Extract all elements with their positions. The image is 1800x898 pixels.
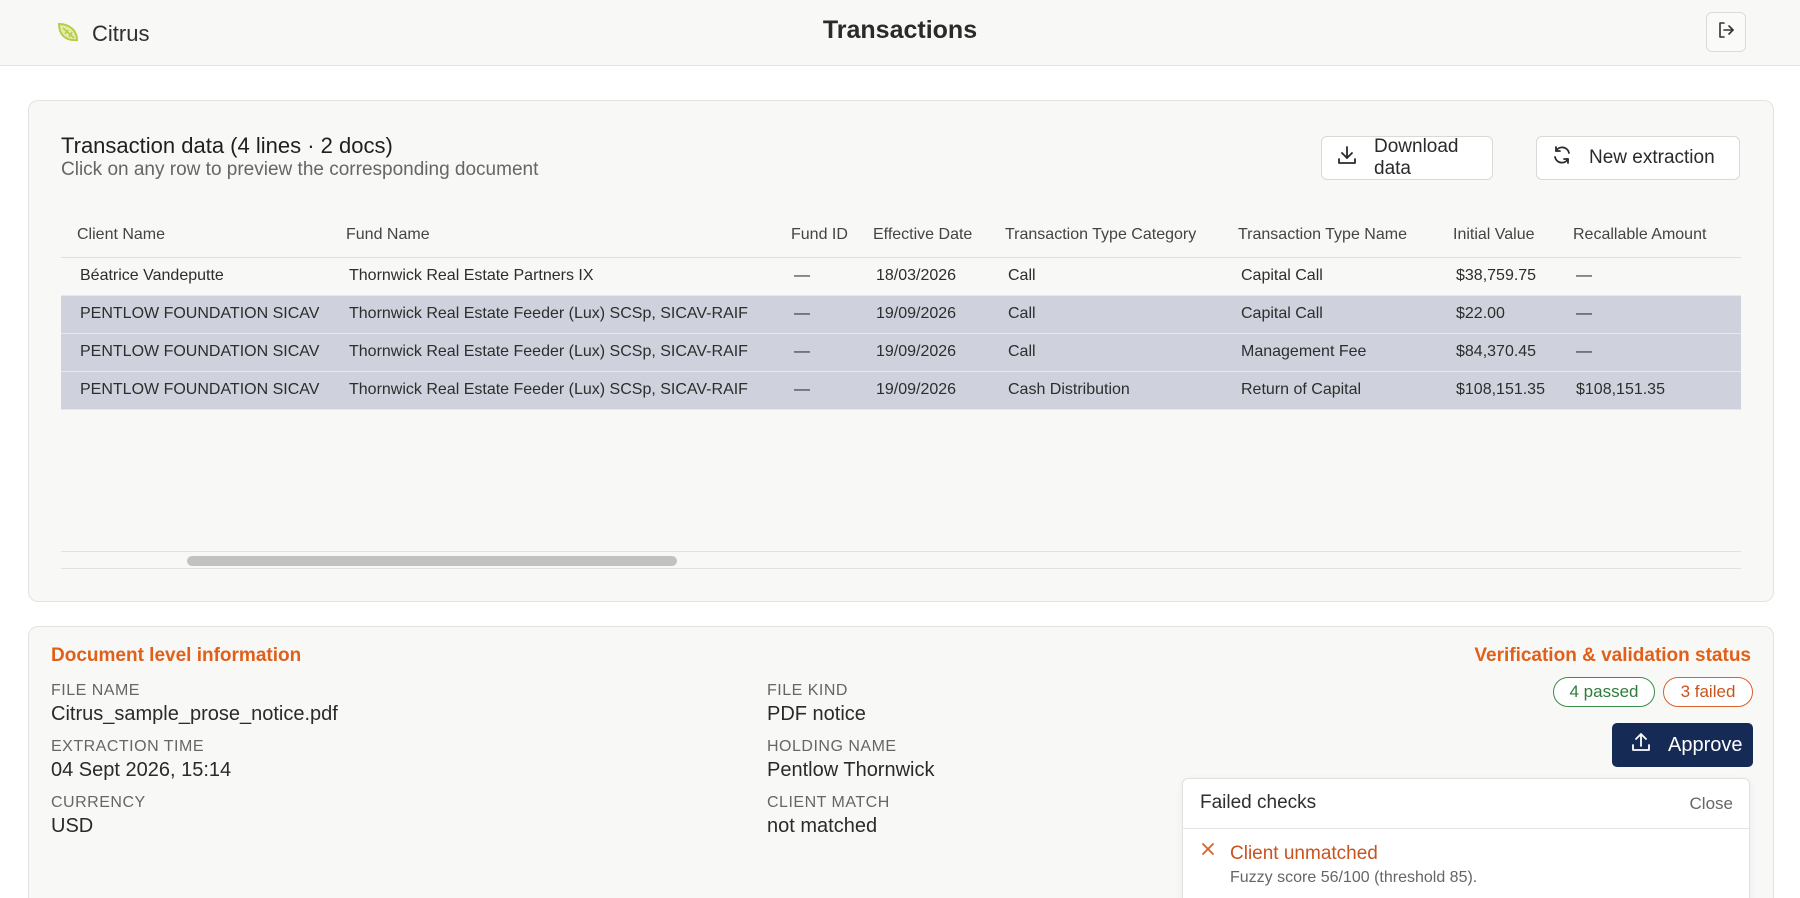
failed-check-title: Client unmatched: [1230, 843, 1378, 864]
cell-transaction-type-category: Call: [989, 257, 1222, 296]
approve-label: Approve: [1668, 733, 1743, 756]
horizontal-scrollbar[interactable]: [61, 551, 1741, 569]
cell-client-name: PENTLOW FOUNDATION SICAV: [61, 295, 330, 334]
failed-checks-title: Failed checks: [1200, 792, 1317, 813]
cell-effective-date: 19/09/2026: [857, 333, 989, 372]
cell-effective-date: 19/09/2026: [857, 295, 989, 334]
cell-initial-value: $38,759.75: [1437, 257, 1557, 296]
cell-transaction-type-category: Call: [989, 333, 1222, 372]
cell-recallable-amount: —: [1557, 333, 1741, 372]
extraction-time-value: 04 Sept 2026, 15:14: [51, 759, 232, 781]
upload-icon: [1630, 731, 1652, 759]
column-header-recallable-amount[interactable]: Recallable Amount: [1557, 213, 1741, 258]
cell-fund-id: —: [775, 295, 857, 334]
currency-label: CURRENCY: [51, 794, 146, 811]
client-match-label: CLIENT MATCH: [767, 794, 890, 811]
cell-transaction-type-name: Capital Call: [1222, 257, 1437, 296]
cell-recallable-amount: —: [1557, 295, 1741, 334]
passed-checks-badge[interactable]: 4 passed: [1553, 677, 1655, 707]
logout-icon: [1716, 20, 1736, 45]
cell-fund-name: Thornwick Real Estate Partners IX: [330, 257, 775, 296]
cell-transaction-type-name: Capital Call: [1222, 295, 1437, 334]
column-header-transaction-type-category[interactable]: Transaction Type Category: [989, 213, 1222, 258]
cell-recallable-amount: $108,151.35: [1557, 371, 1741, 410]
transaction-data-card: Transaction data (4 lines · 2 docs) Clic…: [28, 100, 1774, 602]
cell-recallable-amount: —: [1557, 257, 1741, 296]
refresh-icon: [1551, 144, 1573, 172]
table-row[interactable]: Béatrice Vandeputte Thornwick Real Estat…: [61, 257, 1741, 296]
cell-effective-date: 19/09/2026: [857, 371, 989, 410]
file-name-value: Citrus_sample_prose_notice.pdf: [51, 703, 338, 725]
cell-effective-date: 18/03/2026: [857, 257, 989, 296]
file-kind-value: PDF notice: [767, 703, 866, 725]
table-row[interactable]: PENTLOW FOUNDATION SICAV Thornwick Real …: [61, 371, 1741, 410]
close-x-icon: [1200, 841, 1216, 857]
cell-initial-value: $22.00: [1437, 295, 1557, 334]
cell-client-name: Béatrice Vandeputte: [61, 257, 330, 296]
holding-name-value: Pentlow Thornwick: [767, 759, 935, 781]
cell-fund-id: —: [775, 333, 857, 372]
table-header-row: Client Name Fund Name Fund ID Effective …: [61, 213, 1741, 258]
column-header-fund-name[interactable]: Fund Name: [330, 213, 775, 258]
download-data-button[interactable]: Download data: [1321, 136, 1493, 180]
cell-client-name: PENTLOW FOUNDATION SICAV: [61, 371, 330, 410]
download-data-label: Download data: [1374, 136, 1459, 179]
transactions-table-container[interactable]: Client Name Fund Name Fund ID Effective …: [61, 213, 1741, 569]
transaction-data-subtitle: Click on any row to preview the correspo…: [61, 159, 539, 180]
holding-name-label: HOLDING NAME: [767, 738, 897, 755]
cell-fund-id: —: [775, 371, 857, 410]
page-title: Transactions: [822, 16, 978, 44]
client-match-value: not matched: [767, 815, 878, 837]
currency-value: USD: [51, 815, 94, 837]
close-failed-checks-button[interactable]: Close: [1690, 794, 1733, 814]
file-kind-label: FILE KIND: [767, 682, 848, 699]
cell-transaction-type-name: Return of Capital: [1222, 371, 1437, 410]
failed-check-detail: Fuzzy score 56/100 (threshold 85).: [1230, 869, 1478, 886]
verification-status-title: Verification & validation status: [1474, 645, 1751, 666]
document-level-title: Document level information: [51, 645, 302, 666]
transactions-table: Client Name Fund Name Fund ID Effective …: [61, 213, 1741, 410]
failed-checks-panel: Failed checks Close Client unmatched Fuz…: [1182, 778, 1750, 898]
approve-button[interactable]: Approve: [1612, 723, 1753, 767]
cell-fund-name: Thornwick Real Estate Feeder (Lux) SCSp,…: [330, 295, 775, 334]
cell-fund-name: Thornwick Real Estate Feeder (Lux) SCSp,…: [330, 371, 775, 410]
column-header-initial-value[interactable]: Initial Value: [1437, 213, 1557, 258]
table-row[interactable]: PENTLOW FOUNDATION SICAV Thornwick Real …: [61, 295, 1741, 334]
cell-transaction-type-name: Management Fee: [1222, 333, 1437, 372]
cell-initial-value: $84,370.45: [1437, 333, 1557, 372]
download-icon: [1336, 144, 1358, 172]
transaction-data-title: Transaction data (4 lines · 2 docs): [61, 133, 393, 158]
column-header-transaction-type-name[interactable]: Transaction Type Name: [1222, 213, 1437, 258]
cell-transaction-type-category: Cash Distribution: [989, 371, 1222, 410]
cell-initial-value: $108,151.35: [1437, 371, 1557, 410]
column-header-fund-id[interactable]: Fund ID: [775, 213, 857, 258]
file-name-label: FILE NAME: [51, 682, 140, 699]
failed-checks-header: Failed checks Close: [1183, 779, 1749, 829]
extraction-time-label: EXTRACTION TIME: [51, 738, 204, 755]
failed-checks-badge[interactable]: 3 failed: [1663, 677, 1753, 707]
logout-button[interactable]: [1706, 12, 1746, 52]
app-header: Citrus Transactions: [0, 0, 1800, 66]
scrollbar-thumb[interactable]: [187, 556, 677, 566]
column-header-effective-date[interactable]: Effective Date: [857, 213, 989, 258]
cell-fund-id: —: [775, 257, 857, 296]
cell-fund-name: Thornwick Real Estate Feeder (Lux) SCSp,…: [330, 333, 775, 372]
cell-client-name: PENTLOW FOUNDATION SICAV: [61, 333, 330, 372]
new-extraction-label: New extraction: [1589, 147, 1715, 168]
column-header-client-name[interactable]: Client Name: [61, 213, 330, 258]
cell-transaction-type-category: Call: [989, 295, 1222, 334]
table-row[interactable]: PENTLOW FOUNDATION SICAV Thornwick Real …: [61, 333, 1741, 372]
new-extraction-button[interactable]: New extraction: [1536, 136, 1740, 180]
